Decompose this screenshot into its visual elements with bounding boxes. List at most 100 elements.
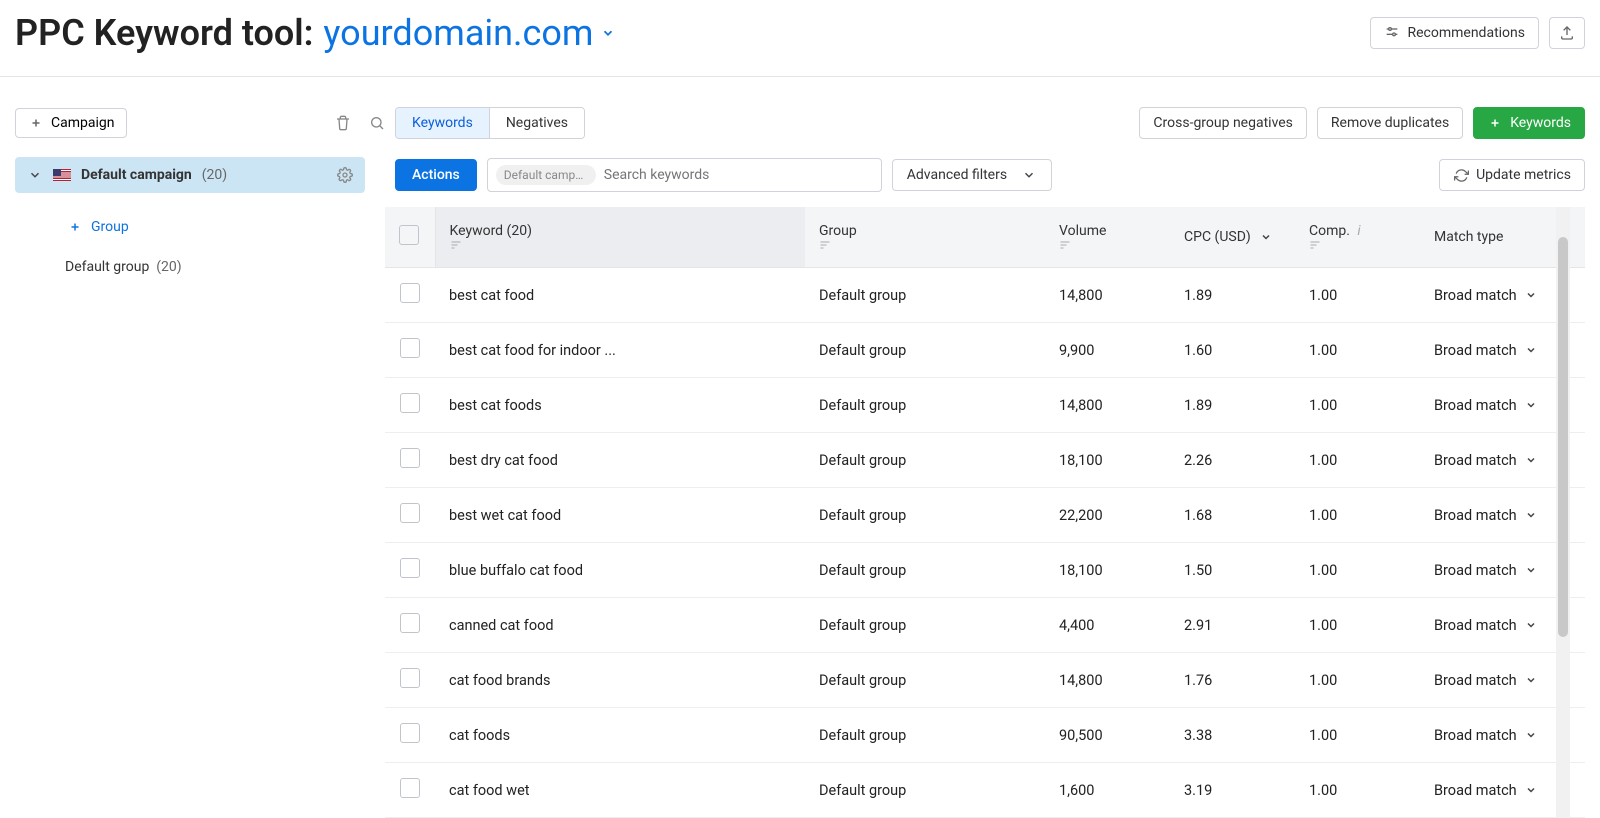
cell-comp: 1.00 xyxy=(1295,708,1420,763)
column-comp[interactable]: Comp. i xyxy=(1295,207,1420,268)
row-checkbox[interactable] xyxy=(400,448,420,468)
cell-group: Default group xyxy=(805,543,1045,598)
plus-icon xyxy=(67,219,83,235)
search-icon[interactable] xyxy=(369,115,385,131)
cross-group-negatives-button[interactable]: Cross-group negatives xyxy=(1139,107,1307,139)
cell-keyword: best cat food for indoor ... xyxy=(435,323,805,378)
cell-cpc: 1.60 xyxy=(1170,323,1295,378)
cell-cpc: 2.26 xyxy=(1170,433,1295,488)
table-row: blue buffalo cat food Default group 18,1… xyxy=(385,543,1585,598)
column-group[interactable]: Group xyxy=(805,207,1045,268)
tab-negatives[interactable]: Negatives xyxy=(489,108,584,138)
column-volume-label: Volume xyxy=(1059,223,1106,239)
match-type-label: Broad match xyxy=(1434,562,1517,579)
cell-cpc: 3.38 xyxy=(1170,708,1295,763)
add-keywords-button[interactable]: Keywords xyxy=(1473,107,1585,139)
actions-button[interactable]: Actions xyxy=(395,159,477,191)
scrollbar-thumb[interactable] xyxy=(1558,237,1568,637)
cell-volume: 18,100 xyxy=(1045,433,1170,488)
match-type-label: Broad match xyxy=(1434,782,1517,799)
info-icon: i xyxy=(1357,223,1360,239)
chevron-down-icon xyxy=(1258,229,1274,245)
export-button[interactable] xyxy=(1549,17,1585,49)
chevron-down-icon xyxy=(1525,509,1537,521)
row-checkbox[interactable] xyxy=(400,338,420,358)
advanced-filters-button[interactable]: Advanced filters xyxy=(892,159,1052,191)
cell-keyword: cat food brands xyxy=(435,653,805,708)
cell-cpc: 1.76 xyxy=(1170,653,1295,708)
cell-comp: 1.00 xyxy=(1295,598,1420,653)
chevron-down-icon xyxy=(1525,729,1537,741)
chevron-down-icon xyxy=(1525,784,1537,796)
us-flag-icon xyxy=(53,169,71,181)
chevron-down-icon xyxy=(1525,344,1537,356)
column-keyword-label: Keyword (20) xyxy=(450,223,532,239)
cell-keyword: best cat foods xyxy=(435,378,805,433)
match-type-label: Broad match xyxy=(1434,452,1517,469)
column-keyword[interactable]: Keyword (20) xyxy=(435,207,805,268)
trash-icon[interactable] xyxy=(335,115,351,131)
sliders-icon xyxy=(1384,25,1400,41)
remove-duplicates-button[interactable]: Remove duplicates xyxy=(1317,107,1463,139)
cell-volume: 14,800 xyxy=(1045,378,1170,433)
campaign-count: (20) xyxy=(202,167,227,183)
search-keywords-wrap[interactable]: Default campaign xyxy=(487,158,882,192)
chevron-down-icon xyxy=(1525,399,1537,411)
cell-volume: 4,400 xyxy=(1045,598,1170,653)
advanced-filters-label: Advanced filters xyxy=(907,167,1007,183)
add-campaign-button[interactable]: Campaign xyxy=(15,108,127,138)
cell-keyword: blue buffalo cat food xyxy=(435,543,805,598)
row-checkbox[interactable] xyxy=(400,613,420,633)
cell-comp: 1.00 xyxy=(1295,543,1420,598)
cell-group: Default group xyxy=(805,598,1045,653)
tab-keywords[interactable]: Keywords xyxy=(396,108,489,138)
search-input[interactable] xyxy=(604,163,873,187)
cell-comp: 1.00 xyxy=(1295,433,1420,488)
row-checkbox[interactable] xyxy=(400,668,420,688)
column-group-label: Group xyxy=(819,223,857,239)
cell-volume: 14,800 xyxy=(1045,653,1170,708)
filter-chip[interactable]: Default campaign xyxy=(496,165,596,185)
cell-cpc: 1.89 xyxy=(1170,378,1295,433)
recommendations-button[interactable]: Recommendations xyxy=(1370,17,1539,49)
table-row: best wet cat food Default group 22,200 1… xyxy=(385,488,1585,543)
row-checkbox[interactable] xyxy=(400,503,420,523)
sidebar-group-item[interactable]: Default group (20) xyxy=(15,249,365,285)
cell-cpc: 2.91 xyxy=(1170,598,1295,653)
column-volume[interactable]: Volume xyxy=(1045,207,1170,268)
vertical-scrollbar[interactable] xyxy=(1556,207,1570,818)
cell-group: Default group xyxy=(805,488,1045,543)
match-type-label: Broad match xyxy=(1434,727,1517,744)
table-row: best cat foods Default group 14,800 1.89… xyxy=(385,378,1585,433)
cell-cpc: 1.50 xyxy=(1170,543,1295,598)
cell-cpc: 3.19 xyxy=(1170,763,1295,818)
column-cpc[interactable]: CPC (USD) xyxy=(1170,207,1295,268)
update-metrics-button[interactable]: Update metrics xyxy=(1439,159,1585,191)
column-match-label: Match type xyxy=(1434,229,1503,245)
cell-comp: 1.00 xyxy=(1295,268,1420,323)
row-checkbox[interactable] xyxy=(400,393,420,413)
cell-group: Default group xyxy=(805,378,1045,433)
cell-keyword: cat food wet xyxy=(435,763,805,818)
select-all-checkbox[interactable] xyxy=(399,225,419,245)
table-row: cat food brands Default group 14,800 1.7… xyxy=(385,653,1585,708)
row-checkbox[interactable] xyxy=(400,778,420,798)
campaign-name: Default campaign xyxy=(81,167,192,183)
campaign-row[interactable]: Default campaign (20) xyxy=(15,157,365,193)
row-checkbox[interactable] xyxy=(400,558,420,578)
column-cpc-label: CPC (USD) xyxy=(1184,229,1251,245)
gear-icon[interactable] xyxy=(337,167,353,183)
domain-dropdown[interactable]: yourdomain.com xyxy=(323,12,615,54)
add-group-button[interactable]: Group xyxy=(15,207,365,249)
row-checkbox[interactable] xyxy=(400,283,420,303)
refresh-icon xyxy=(1453,167,1469,183)
cell-volume: 90,500 xyxy=(1045,708,1170,763)
row-checkbox[interactable] xyxy=(400,723,420,743)
chevron-down-icon xyxy=(27,167,43,183)
group-name: Default group xyxy=(65,259,149,275)
column-comp-label: Comp. xyxy=(1309,223,1350,239)
sort-icon xyxy=(1059,239,1156,251)
chevron-down-icon xyxy=(1525,454,1537,466)
sort-icon xyxy=(1309,239,1406,251)
match-type-label: Broad match xyxy=(1434,397,1517,414)
